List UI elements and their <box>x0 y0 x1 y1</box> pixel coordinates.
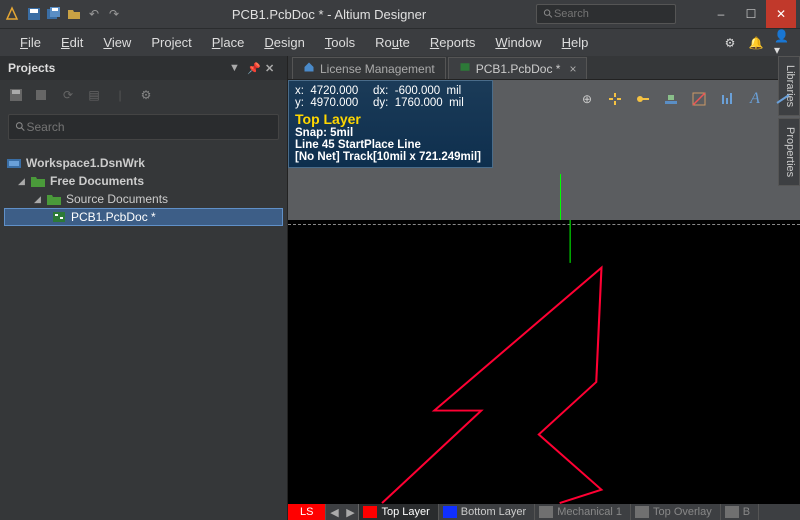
main-area: License Management PCB1.PcbDoc * × x: 47… <box>288 56 800 520</box>
layer-nav-next[interactable]: ▶ <box>342 506 358 519</box>
tab-label: PCB1.PcbDoc * <box>476 62 561 76</box>
menu-edit[interactable]: Edit <box>51 31 93 54</box>
minimize-button[interactable]: – <box>706 0 736 28</box>
menu-route[interactable]: Route <box>365 31 420 54</box>
proj-filter-icon[interactable]: ▤ <box>86 87 102 103</box>
menu-window[interactable]: Window <box>485 31 551 54</box>
diff-icon[interactable] <box>690 90 708 108</box>
menu-place[interactable]: Place <box>202 31 255 54</box>
projects-panel-header: Projects ▼ 📌 ✕ <box>0 56 287 80</box>
global-search-input[interactable] <box>554 8 669 20</box>
hud-line: Line 45 StartPlace Line <box>295 139 486 151</box>
global-search[interactable] <box>536 4 676 24</box>
panel-dropdown-icon[interactable]: ▼ <box>229 62 243 74</box>
layer-tab-top-overlay[interactable]: Top Overlay <box>631 504 721 520</box>
app-logo-icon <box>4 6 20 22</box>
zoom-icon[interactable]: ⊕ <box>578 90 596 108</box>
save-icon[interactable] <box>26 6 42 22</box>
projects-panel: Projects ▼ 📌 ✕ ⟳ ▤ | ⚙ Workspace1.DsnWrk… <box>0 56 288 520</box>
proj-compile-icon[interactable] <box>34 87 50 103</box>
menu-bar: File Edit View Project Place Design Tool… <box>0 28 800 56</box>
title-bar: ↶ ↷ PCB1.PcbDoc * - Altium Designer – ☐ … <box>0 0 800 28</box>
tab-license-management[interactable]: License Management <box>292 57 446 79</box>
panel-pin-icon[interactable]: 📌 <box>247 62 261 75</box>
pcb-canvas[interactable]: x: 4720.000 dx: -600.000 mil y: 4970.000… <box>288 80 800 520</box>
menu-reports[interactable]: Reports <box>420 31 486 54</box>
panel-close-icon[interactable]: ✕ <box>265 62 279 75</box>
projects-search[interactable] <box>8 114 279 140</box>
projects-tree: Workspace1.DsnWrk ◢ Free Documents ◢ Sou… <box>0 144 287 230</box>
clear-icon[interactable] <box>774 90 792 108</box>
heads-up-display: x: 4720.000 dx: -600.000 mil y: 4970.000… <box>288 80 493 168</box>
collapse-icon[interactable]: ◢ <box>34 194 46 205</box>
search-icon <box>15 121 26 133</box>
layer-tab-more[interactable]: B <box>721 504 759 520</box>
pcb-tracks <box>288 220 800 504</box>
redo-icon[interactable]: ↷ <box>106 6 122 22</box>
layer-tab-mech1[interactable]: Mechanical 1 <box>535 504 631 520</box>
tree-label: Free Documents <box>50 174 144 188</box>
align-icon[interactable] <box>662 90 680 108</box>
tab-label: License Management <box>320 62 435 76</box>
home-icon <box>303 61 315 76</box>
close-button[interactable]: ✕ <box>766 0 796 28</box>
notifications-icon[interactable]: 🔔 <box>748 35 764 51</box>
tree-pcb-doc[interactable]: PCB1.PcbDoc * <box>4 208 283 226</box>
pcb-doc-icon <box>51 210 67 224</box>
layer-nav-prev[interactable]: ◀ <box>326 506 342 519</box>
user-menu-icon[interactable]: 👤▾ <box>774 35 790 51</box>
pcb-doc-icon <box>459 61 471 76</box>
proj-save-icon[interactable] <box>8 87 24 103</box>
search-icon <box>543 8 554 20</box>
layer-tab-bottom[interactable]: Bottom Layer <box>439 504 535 520</box>
text-icon[interactable]: A <box>746 90 764 108</box>
pcb-board-area[interactable] <box>288 220 800 504</box>
right-side-tabs: Libraries Properties <box>778 56 800 188</box>
tree-free-documents[interactable]: ◢ Free Documents <box>4 172 283 190</box>
tree-source-documents[interactable]: ◢ Source Documents <box>4 190 283 208</box>
settings-icon[interactable]: ⚙ <box>722 35 738 51</box>
layer-tab-top[interactable]: Top Layer <box>359 504 438 520</box>
hud-layer: Top Layer <box>295 111 486 127</box>
document-tabs: License Management PCB1.PcbDoc * × <box>288 56 800 80</box>
tree-workspace[interactable]: Workspace1.DsnWrk <box>4 154 283 172</box>
folder-icon <box>30 174 46 188</box>
proj-refresh-icon[interactable]: ⟳ <box>60 87 76 103</box>
menu-file[interactable]: File <box>10 31 51 54</box>
layer-ls[interactable]: LS <box>288 504 326 520</box>
tree-label: PCB1.PcbDoc * <box>71 210 156 224</box>
tab-close-icon[interactable]: × <box>569 62 576 76</box>
measure-icon[interactable] <box>718 90 736 108</box>
menu-design[interactable]: Design <box>254 31 314 54</box>
selection-icon[interactable] <box>606 90 624 108</box>
layer-tabs: LS ◀ ▶ Top Layer Bottom Layer Mechanical… <box>288 504 800 520</box>
menu-project[interactable]: Project <box>141 31 201 54</box>
save-all-icon[interactable] <box>46 6 62 22</box>
projects-toolbar: ⟳ ▤ | ⚙ <box>0 80 287 110</box>
folder-icon <box>46 192 62 206</box>
tree-label: Source Documents <box>66 192 168 206</box>
menu-view[interactable]: View <box>93 31 141 54</box>
tree-label: Workspace1.DsnWrk <box>26 156 145 170</box>
workspace-icon <box>6 156 22 170</box>
menu-tools[interactable]: Tools <box>315 31 365 54</box>
collapse-icon[interactable]: ◢ <box>18 176 30 187</box>
undo-icon[interactable]: ↶ <box>86 6 102 22</box>
tab-pcb-doc[interactable]: PCB1.PcbDoc * × <box>448 57 588 79</box>
key-icon[interactable] <box>634 90 652 108</box>
menu-help[interactable]: Help <box>552 31 599 54</box>
maximize-button[interactable]: ☐ <box>736 0 766 28</box>
canvas-toolbar: ⊕ A <box>578 90 792 108</box>
window-title: PCB1.PcbDoc * - Altium Designer <box>122 7 536 22</box>
hud-track: [No Net] Track[10mil x 721.249mil] <box>295 151 486 163</box>
panel-title: Projects <box>8 61 55 75</box>
open-icon[interactable] <box>66 6 82 22</box>
hud-snap: Snap: 5mil <box>295 127 486 139</box>
projects-search-input[interactable] <box>26 120 272 134</box>
proj-settings-icon[interactable]: ⚙ <box>138 87 154 103</box>
side-tab-properties[interactable]: Properties <box>778 118 800 186</box>
